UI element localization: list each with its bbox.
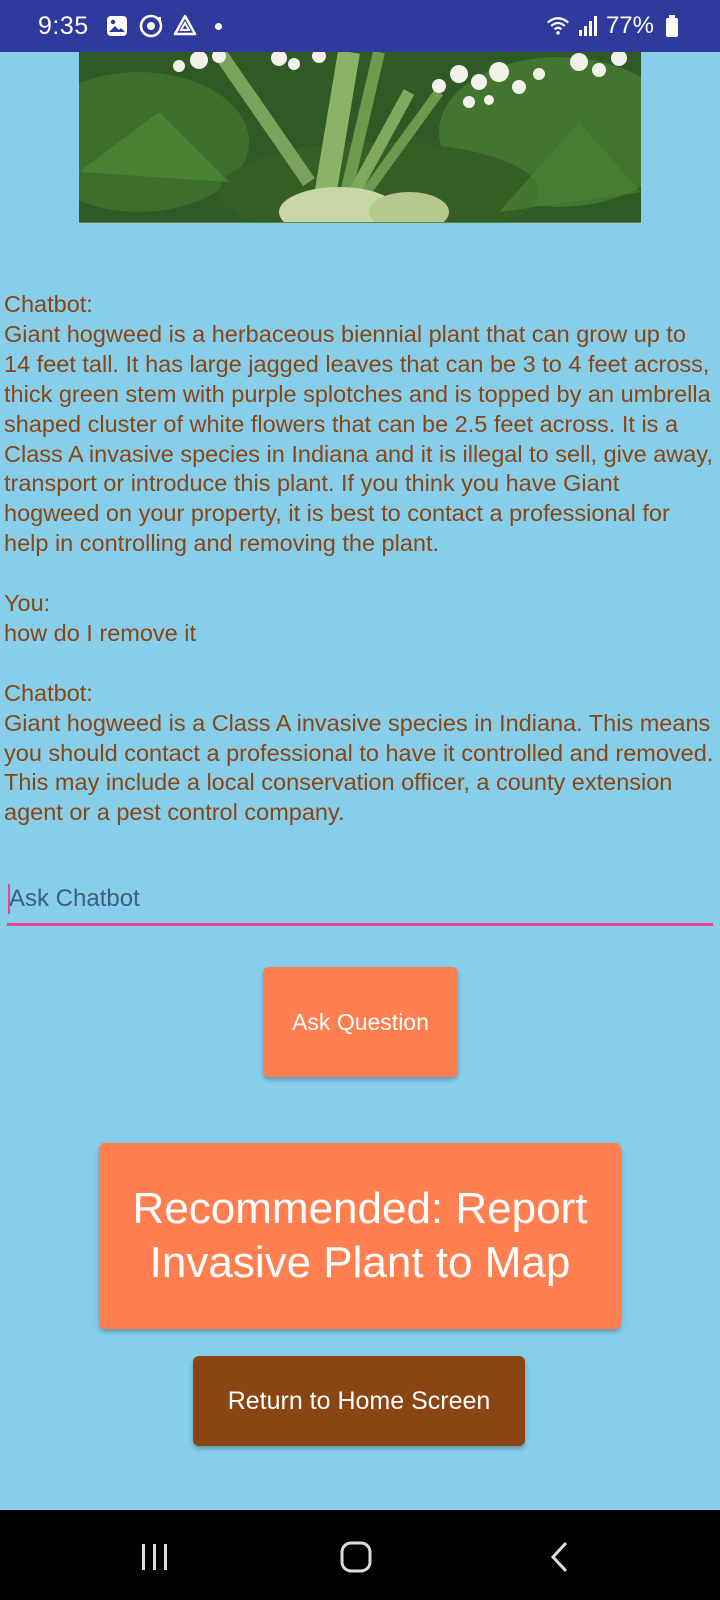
battery-icon <box>660 14 684 38</box>
plant-image <box>79 52 641 223</box>
message-speaker: Chatbot: <box>4 291 93 317</box>
message-text: Giant hogweed is a herbaceous biennial p… <box>4 320 713 557</box>
gallery-icon <box>105 14 129 38</box>
report-invasive-plant-button[interactable]: Recommended: Report Invasive Plant to Ma… <box>99 1143 621 1329</box>
message-text: Giant hogweed is a Class A invasive spec… <box>4 709 714 826</box>
navigation-bar <box>0 1510 720 1600</box>
sync-icon <box>139 14 163 38</box>
chat-message: Chatbot: Giant hogweed is a herbaceous b… <box>4 290 716 559</box>
status-time: 9:35 <box>38 11 89 40</box>
message-speaker: Chatbot: <box>4 679 93 706</box>
return-home-button[interactable]: Return to Home Screen <box>193 1356 525 1446</box>
recent-apps-icon[interactable] <box>125 1535 185 1579</box>
ask-chatbot-input[interactable] <box>7 880 713 926</box>
chat-message: You: how do I remove it <box>4 589 716 649</box>
battery-percent: 77% <box>605 12 654 39</box>
status-bar: 9:35 77% <box>0 0 720 52</box>
wifi-icon <box>546 14 570 38</box>
home-icon[interactable] <box>326 1535 386 1579</box>
signal-icon <box>576 14 600 38</box>
notification-dot-icon <box>214 22 222 30</box>
drive-icon <box>173 14 197 38</box>
message-text: how do I remove it <box>4 619 197 646</box>
text-cursor <box>8 884 10 914</box>
back-icon[interactable] <box>530 1535 590 1579</box>
chat-log: Chatbot: Giant hogweed is a herbaceous b… <box>4 290 716 858</box>
chat-message: Chatbot: Giant hogweed is a Class A inva… <box>4 679 716 829</box>
message-speaker: You: <box>4 590 51 617</box>
ask-question-button[interactable]: Ask Question <box>263 967 458 1077</box>
